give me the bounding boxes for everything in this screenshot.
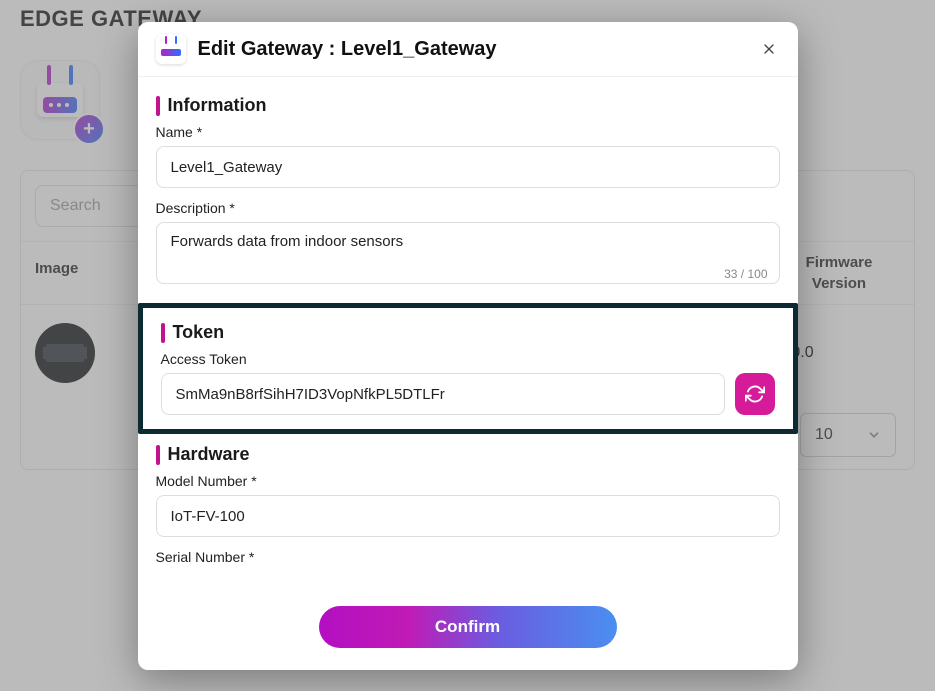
token-section-highlight: Token Access Token: [138, 303, 798, 434]
description-input[interactable]: [156, 222, 780, 284]
modal-header: Edit Gateway : Level1_Gateway: [138, 22, 798, 77]
modal-body: Information Name * Description * 33 / 10…: [138, 77, 798, 592]
hardware-heading: Hardware: [168, 444, 250, 465]
close-button[interactable]: [758, 38, 780, 60]
regenerate-token-button[interactable]: [735, 373, 775, 415]
token-heading: Token: [173, 322, 225, 343]
section-token: Token: [161, 322, 775, 343]
serial-number-label: Serial Number *: [156, 549, 780, 565]
model-number-label: Model Number *: [156, 473, 780, 489]
name-input[interactable]: [156, 146, 780, 188]
refresh-icon: [745, 384, 765, 404]
description-label: Description *: [156, 200, 780, 216]
gateway-icon: [156, 34, 186, 64]
edit-gateway-modal: Edit Gateway : Level1_Gateway Informatio…: [138, 22, 798, 670]
access-token-label: Access Token: [161, 351, 775, 367]
confirm-button[interactable]: Confirm: [319, 606, 617, 648]
modal-footer: Confirm: [138, 592, 798, 670]
section-information: Information: [156, 95, 780, 116]
modal-title: Edit Gateway : Level1_Gateway: [198, 38, 497, 61]
information-heading: Information: [168, 95, 267, 116]
name-label: Name *: [156, 124, 780, 140]
section-hardware: Hardware: [156, 444, 780, 465]
model-number-input[interactable]: [156, 495, 780, 537]
description-counter: 33 / 100: [724, 267, 767, 281]
access-token-input[interactable]: [161, 373, 725, 415]
